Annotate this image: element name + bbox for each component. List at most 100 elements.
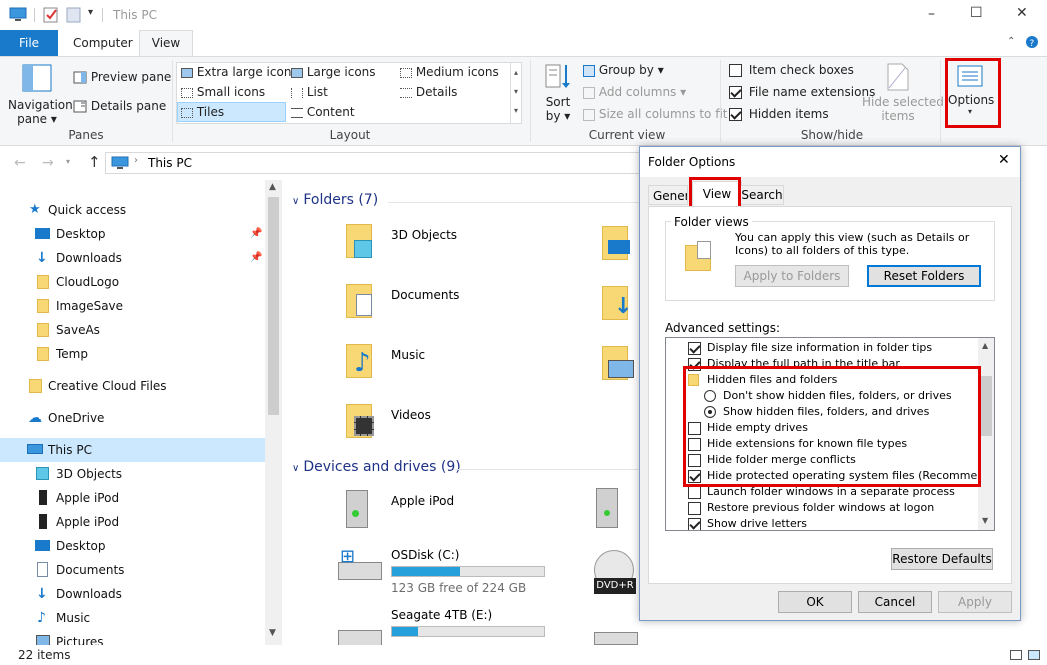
settings-scroll-thumb[interactable] <box>981 376 992 436</box>
setting-checkbox[interactable] <box>688 518 701 530</box>
address-path[interactable]: This PC <box>148 156 192 170</box>
sort-by-button[interactable]: Sort by ▾ <box>539 62 577 124</box>
nav-pc-downloads[interactable]: ↓ Downloads <box>0 582 265 606</box>
nav-pc-music[interactable]: ♪ Music <box>0 606 265 630</box>
hard-drive-icon[interactable] <box>594 632 638 645</box>
reset-folders-button[interactable]: Reset Folders <box>867 265 981 287</box>
nav-pc-apple-ipod-2[interactable]: Apple iPod <box>0 510 265 534</box>
group-by-button[interactable]: Group by ▾ <box>583 63 664 77</box>
folder-tile-3d-objects[interactable]: 3D Objects <box>342 220 542 270</box>
layout-large-icons[interactable]: Large icons <box>291 65 376 79</box>
device-tile-apple-ipod[interactable]: Apple iPod <box>342 488 582 536</box>
folder-tile-documents[interactable]: Documents <box>342 280 542 330</box>
scroll-down-icon[interactable]: ▼ <box>982 516 988 525</box>
layout-medium-icons[interactable]: Medium icons <box>400 65 499 79</box>
nav-item-saveas[interactable]: SaveAs <box>0 318 265 342</box>
ok-button[interactable]: OK <box>778 591 852 613</box>
setting-checkbox[interactable] <box>688 342 701 355</box>
scroll-up-icon[interactable]: ▲ <box>982 341 988 350</box>
setting-row[interactable]: Display file size information in folder … <box>666 340 978 356</box>
close-button[interactable]: ✕ <box>1016 5 1028 21</box>
preview-pane-button[interactable]: Preview pane <box>73 70 171 84</box>
nav-item-downloads[interactable]: ↓ Downloads 📌 <box>0 246 265 270</box>
scroll-down-icon[interactable]: ▼ <box>269 628 276 638</box>
device-tile-osdisk[interactable]: ⊞ OSDisk (C:) 123 GB free of 224 GB <box>338 546 578 595</box>
tab-view[interactable]: View <box>139 30 193 57</box>
add-columns-button[interactable]: Add columns ▾ <box>583 85 686 99</box>
layout-list[interactable]: List <box>291 85 328 99</box>
scroll-up-icon[interactable]: ▲ <box>269 182 276 192</box>
nav-onedrive[interactable]: ☁ OneDrive <box>0 406 265 430</box>
preview-pane-label: Preview pane <box>90 70 172 84</box>
file-name-extensions-toggle[interactable]: File name extensions <box>729 85 875 99</box>
nav-pc-apple-ipod-1[interactable]: Apple iPod <box>0 486 265 510</box>
folder-tile-videos[interactable]: Videos <box>342 400 542 450</box>
ipod-device-icon[interactable] <box>596 488 618 528</box>
nav-pc-pictures[interactable]: Pictures <box>0 630 265 645</box>
nav-item-desktop[interactable]: Desktop 📌 <box>0 222 265 246</box>
item-check-boxes-toggle[interactable]: Item check boxes <box>729 63 854 77</box>
breadcrumb-chevron-icon[interactable]: › <box>134 155 138 166</box>
nav-item-cloudlogo[interactable]: CloudLogo <box>0 270 265 294</box>
apply-to-folders-button[interactable]: Apply to Folders <box>735 265 849 287</box>
quick-access-dropdown-icon[interactable]: ▾ <box>88 7 93 18</box>
properties-icon[interactable] <box>43 7 59 23</box>
hidden-items-toggle[interactable]: Hidden items <box>729 107 829 121</box>
up-icon[interactable]: ↑ <box>88 153 101 171</box>
setting-row[interactable]: Restore previous folder windows at logon <box>666 500 978 516</box>
layout-small-icons[interactable]: Small icons <box>181 85 265 99</box>
recent-locations-icon[interactable]: ▾ <box>66 157 70 166</box>
computer-icon[interactable] <box>9 7 27 23</box>
minimize-button[interactable]: – <box>928 6 935 22</box>
hidden-items-checkbox[interactable] <box>729 108 742 121</box>
nav-item-imagesave[interactable]: ImageSave <box>0 294 265 318</box>
hide-selected-items-button[interactable]: Hide selected items <box>862 62 944 123</box>
dialog-tab-search[interactable]: Search <box>740 185 784 205</box>
details-view-icon[interactable] <box>1010 650 1022 660</box>
file-name-extensions-checkbox[interactable] <box>729 86 742 99</box>
maximize-button[interactable]: ☐ <box>970 5 983 21</box>
device-tile-seagate[interactable]: Seagate 4TB (E:) <box>338 606 578 645</box>
layout-extra-large-icons[interactable]: Extra large icons <box>181 65 298 79</box>
layout-tiles[interactable]: Tiles <box>181 105 224 119</box>
item-check-boxes-checkbox[interactable] <box>729 64 742 77</box>
svg-text:?: ? <box>1030 39 1035 49</box>
folder-tile-music[interactable]: ♪ Music <box>342 340 542 390</box>
nav-this-pc[interactable]: This PC <box>0 438 265 462</box>
nav-scroll-thumb[interactable] <box>268 197 279 415</box>
nav-item-temp[interactable]: Temp <box>0 342 265 366</box>
navigation-pane-button[interactable]: Navigation pane ▾ <box>8 62 73 126</box>
cancel-button[interactable]: Cancel <box>858 591 932 613</box>
size-all-columns-button[interactable]: Size all columns to fit <box>583 107 727 121</box>
help-icon[interactable]: ? <box>1025 35 1039 49</box>
nav-scrollbar[interactable]: ▲ ▼ <box>265 180 282 645</box>
nav-pc-desktop[interactable]: Desktop <box>0 534 265 558</box>
back-icon[interactable]: ← <box>14 155 26 171</box>
pin-icon[interactable]: 📌 <box>250 222 262 246</box>
layout-gallery-scroll[interactable]: ▴ ▾ ▾ <box>510 63 521 123</box>
setting-checkbox[interactable] <box>688 502 701 515</box>
setting-row[interactable]: Show drive letters <box>666 516 978 530</box>
collapse-ribbon-icon[interactable]: ⌃ <box>1007 36 1015 47</box>
folders-section-header[interactable]: ∨ Folders (7) <box>292 192 378 208</box>
forward-icon[interactable]: → <box>42 155 54 171</box>
tab-file[interactable]: File <box>0 30 58 56</box>
new-folder-icon[interactable] <box>66 7 82 23</box>
nav-quick-access[interactable]: ★ Quick access <box>0 198 265 222</box>
dialog-tab-general[interactable]: General <box>648 185 688 205</box>
nav-creative-cloud[interactable]: Creative Cloud Files <box>0 374 265 398</box>
apply-button[interactable]: Apply <box>938 591 1012 613</box>
devices-section-header[interactable]: ∨ Devices and drives (9) <box>292 459 461 475</box>
large-icons-view-icon[interactable] <box>1028 650 1040 660</box>
layout-details[interactable]: Details <box>400 85 457 99</box>
tab-computer[interactable]: Computer <box>73 30 133 56</box>
nav-pc-3d-objects[interactable]: 3D Objects <box>0 462 265 486</box>
setting-checkbox[interactable] <box>688 486 701 499</box>
layout-content[interactable]: Content <box>291 105 355 119</box>
dialog-close-icon[interactable]: ✕ <box>998 152 1010 168</box>
restore-defaults-button[interactable]: Restore Defaults <box>891 548 993 570</box>
pin-icon[interactable]: 📌 <box>250 246 262 270</box>
details-pane-button[interactable]: Details pane <box>73 99 166 113</box>
address-bar[interactable]: › This PC <box>105 152 640 174</box>
nav-pc-documents[interactable]: Documents <box>0 558 265 582</box>
